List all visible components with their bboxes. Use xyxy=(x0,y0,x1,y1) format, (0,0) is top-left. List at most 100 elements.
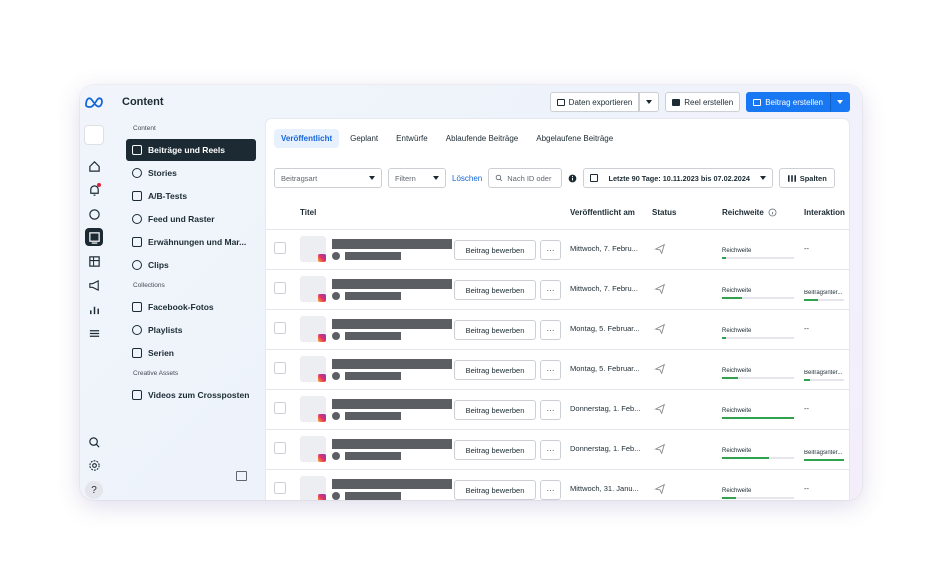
info-icon[interactable] xyxy=(768,208,777,217)
more-options-button[interactable]: ··· xyxy=(540,320,561,340)
collapse-sidebar-icon[interactable] xyxy=(236,471,247,481)
sidebar-item-content-3[interactable]: Feed und Raster xyxy=(126,208,256,230)
reach-cell: Reichweite xyxy=(722,368,796,379)
meta-logo-icon[interactable] xyxy=(84,95,104,109)
row-checkbox[interactable] xyxy=(274,482,286,494)
table-row: Beitrag bewerben ··· Montag, 5. Februar...… xyxy=(266,349,849,389)
row-checkbox[interactable] xyxy=(274,322,286,334)
clear-filters-link[interactable]: Löschen xyxy=(452,174,482,183)
chevron-down-icon xyxy=(433,176,439,180)
more-options-button[interactable]: ··· xyxy=(540,480,561,500)
table-row: Beitrag bewerben ··· Montag, 5. Februar...… xyxy=(266,309,849,349)
sidebar-item-label: Serien xyxy=(148,348,174,358)
row-checkbox[interactable] xyxy=(274,282,286,294)
more-options-button[interactable]: ··· xyxy=(540,240,561,260)
column-header-status[interactable]: Status xyxy=(652,208,676,217)
promote-post-button[interactable]: Beitrag bewerben xyxy=(454,320,536,340)
redacted-avatar xyxy=(332,332,340,340)
sidebar-item-label: Videos zum Crossposten xyxy=(148,390,250,400)
tab-1[interactable]: Geplant xyxy=(343,129,385,148)
sidebar-item-content-4[interactable]: Erwähnungen und Mar... xyxy=(126,231,256,253)
published-date: Montag, 5. Februar... xyxy=(570,324,640,333)
table-row: Beitrag bewerben ··· Mittwoch, 7. Febru...… xyxy=(266,229,849,269)
inbox-icon[interactable] xyxy=(85,205,103,223)
nav-item-icon xyxy=(132,325,142,335)
promote-post-button[interactable]: Beitrag bewerben xyxy=(454,360,536,380)
interactions-progress-fill xyxy=(804,379,810,381)
tab-4[interactable]: Abgelaufene Beiträge xyxy=(529,129,620,148)
redacted-subtitle xyxy=(345,332,401,340)
menu-icon[interactable] xyxy=(85,324,103,342)
promote-post-button[interactable]: Beitrag bewerben xyxy=(454,240,536,260)
column-header-reach[interactable]: Reichweite xyxy=(722,208,777,217)
published-status-icon xyxy=(654,282,666,295)
filter-select[interactable]: Filtern xyxy=(388,168,446,188)
row-checkbox[interactable] xyxy=(274,362,286,374)
tab-0[interactable]: Veröffentlicht xyxy=(274,128,340,148)
export-dropdown-button[interactable] xyxy=(639,92,660,112)
page-title: Content xyxy=(122,96,164,108)
reach-cell: Reichweite xyxy=(722,248,796,259)
row-checkbox[interactable] xyxy=(274,442,286,454)
create-post-dropdown-button[interactable] xyxy=(830,92,850,112)
insights-icon[interactable] xyxy=(85,300,103,318)
column-header-title[interactable]: Titel xyxy=(300,208,316,217)
sidebar-item-creative-0[interactable]: Videos zum Crossposten xyxy=(126,384,256,406)
more-options-button[interactable]: ··· xyxy=(540,360,561,380)
interactions-progress-fill xyxy=(804,459,844,461)
instagram-icon xyxy=(318,254,326,262)
create-reel-button[interactable]: Reel erstellen xyxy=(665,92,741,112)
interactions-value: -- xyxy=(804,484,809,493)
settings-gear-icon[interactable] xyxy=(85,456,103,474)
calendar-icon xyxy=(590,174,599,182)
search-input[interactable]: Nach ID oder xyxy=(488,168,563,188)
tab-3[interactable]: Ablaufende Beiträge xyxy=(439,129,526,148)
create-post-button[interactable]: Beitrag erstellen xyxy=(746,92,830,112)
columns-button[interactable]: Spalten xyxy=(779,168,836,188)
column-header-published[interactable]: Veröffentlicht am xyxy=(570,208,635,217)
promote-post-button[interactable]: Beitrag bewerben xyxy=(454,440,536,460)
redacted-avatar xyxy=(332,372,340,380)
sidebar-item-collections-1[interactable]: Playlists xyxy=(126,319,256,341)
redacted-subtitle xyxy=(345,452,401,460)
export-data-button[interactable]: Daten exportieren xyxy=(549,92,640,112)
ads-megaphone-icon[interactable] xyxy=(85,276,103,294)
tab-2[interactable]: Entwürfe xyxy=(389,129,435,148)
reach-header-label: Reichweite xyxy=(722,207,764,217)
reach-label: Reichweite xyxy=(722,248,752,254)
sidebar-item-content-2[interactable]: A/B-Tests xyxy=(126,185,256,207)
sidebar-item-collections-0[interactable]: Facebook-Fotos xyxy=(126,296,256,318)
help-icon[interactable]: ? xyxy=(85,481,103,499)
info-icon[interactable] xyxy=(568,174,577,183)
sidebar-item-collections-2[interactable]: Serien xyxy=(126,342,256,364)
content-icon[interactable] xyxy=(85,228,103,246)
promote-post-button[interactable]: Beitrag bewerben xyxy=(454,480,536,500)
instagram-icon xyxy=(318,334,326,342)
promote-post-button[interactable]: Beitrag bewerben xyxy=(454,400,536,420)
row-checkbox[interactable] xyxy=(274,402,286,414)
export-split-button: Daten exportieren xyxy=(549,92,660,112)
interactions-value: -- xyxy=(804,404,809,413)
sidebar-item-label: Clips xyxy=(148,260,169,270)
row-checkbox[interactable] xyxy=(274,242,286,254)
reach-cell: Reichweite xyxy=(722,288,796,299)
workspace-avatar[interactable] xyxy=(84,125,104,145)
sidebar-item-content-1[interactable]: Stories xyxy=(126,162,256,184)
more-options-button[interactable]: ··· xyxy=(540,280,561,300)
more-options-button[interactable]: ··· xyxy=(540,400,561,420)
column-header-interactions[interactable]: Interaktion xyxy=(804,208,845,217)
search-icon[interactable] xyxy=(85,433,103,451)
more-options-button[interactable]: ··· xyxy=(540,440,561,460)
planner-icon[interactable] xyxy=(85,252,103,270)
interactions-value: Beitragsinter... xyxy=(804,370,843,376)
post-type-select[interactable]: Beitragsart xyxy=(274,168,382,188)
tab-bar: Veröffentlicht Geplant Entwürfe Ablaufende … xyxy=(266,119,849,149)
notifications-icon[interactable] xyxy=(85,181,103,199)
home-icon[interactable] xyxy=(85,157,103,175)
reach-progress xyxy=(722,377,794,379)
date-range-select[interactable]: Letzte 90 Tage: 10.11.2023 bis 07.02.202… xyxy=(583,168,774,188)
promote-post-button[interactable]: Beitrag bewerben xyxy=(454,280,536,300)
sidebar-item-content-0[interactable]: Beiträge und Reels xyxy=(126,139,256,161)
sidebar-item-content-5[interactable]: Clips xyxy=(126,254,256,276)
content-sidebar: Content Beiträge und Reels Stories A/B-Tes… xyxy=(126,121,256,407)
